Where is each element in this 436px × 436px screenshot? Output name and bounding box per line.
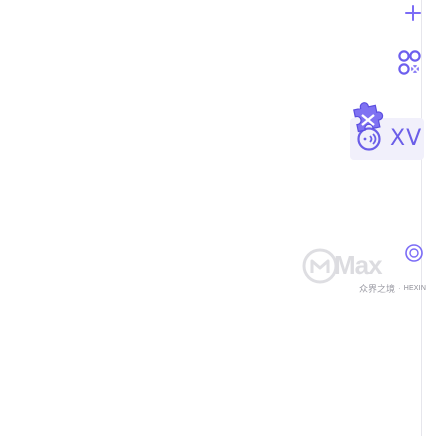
- footer-text-cn: 众界之境: [359, 283, 396, 294]
- side-toolbar: [396, 0, 422, 436]
- app-window: Max XV 众界之境 · HEXIN: [0, 0, 436, 436]
- puzzle-icon[interactable]: [350, 100, 388, 138]
- footer-brand: 众界之境 · HEXIN: [356, 281, 426, 295]
- circle-outline-icon[interactable]: [404, 243, 424, 263]
- footer-brand-text: HEXIN: [403, 284, 427, 292]
- tool-row: XV: [350, 100, 430, 176]
- grid-apps-icon[interactable]: [394, 46, 424, 80]
- footer-separator: ·: [398, 283, 401, 293]
- plus-icon[interactable]: [404, 4, 422, 22]
- translate-label: XV: [390, 126, 423, 151]
- watermark-text: Max: [334, 250, 383, 280]
